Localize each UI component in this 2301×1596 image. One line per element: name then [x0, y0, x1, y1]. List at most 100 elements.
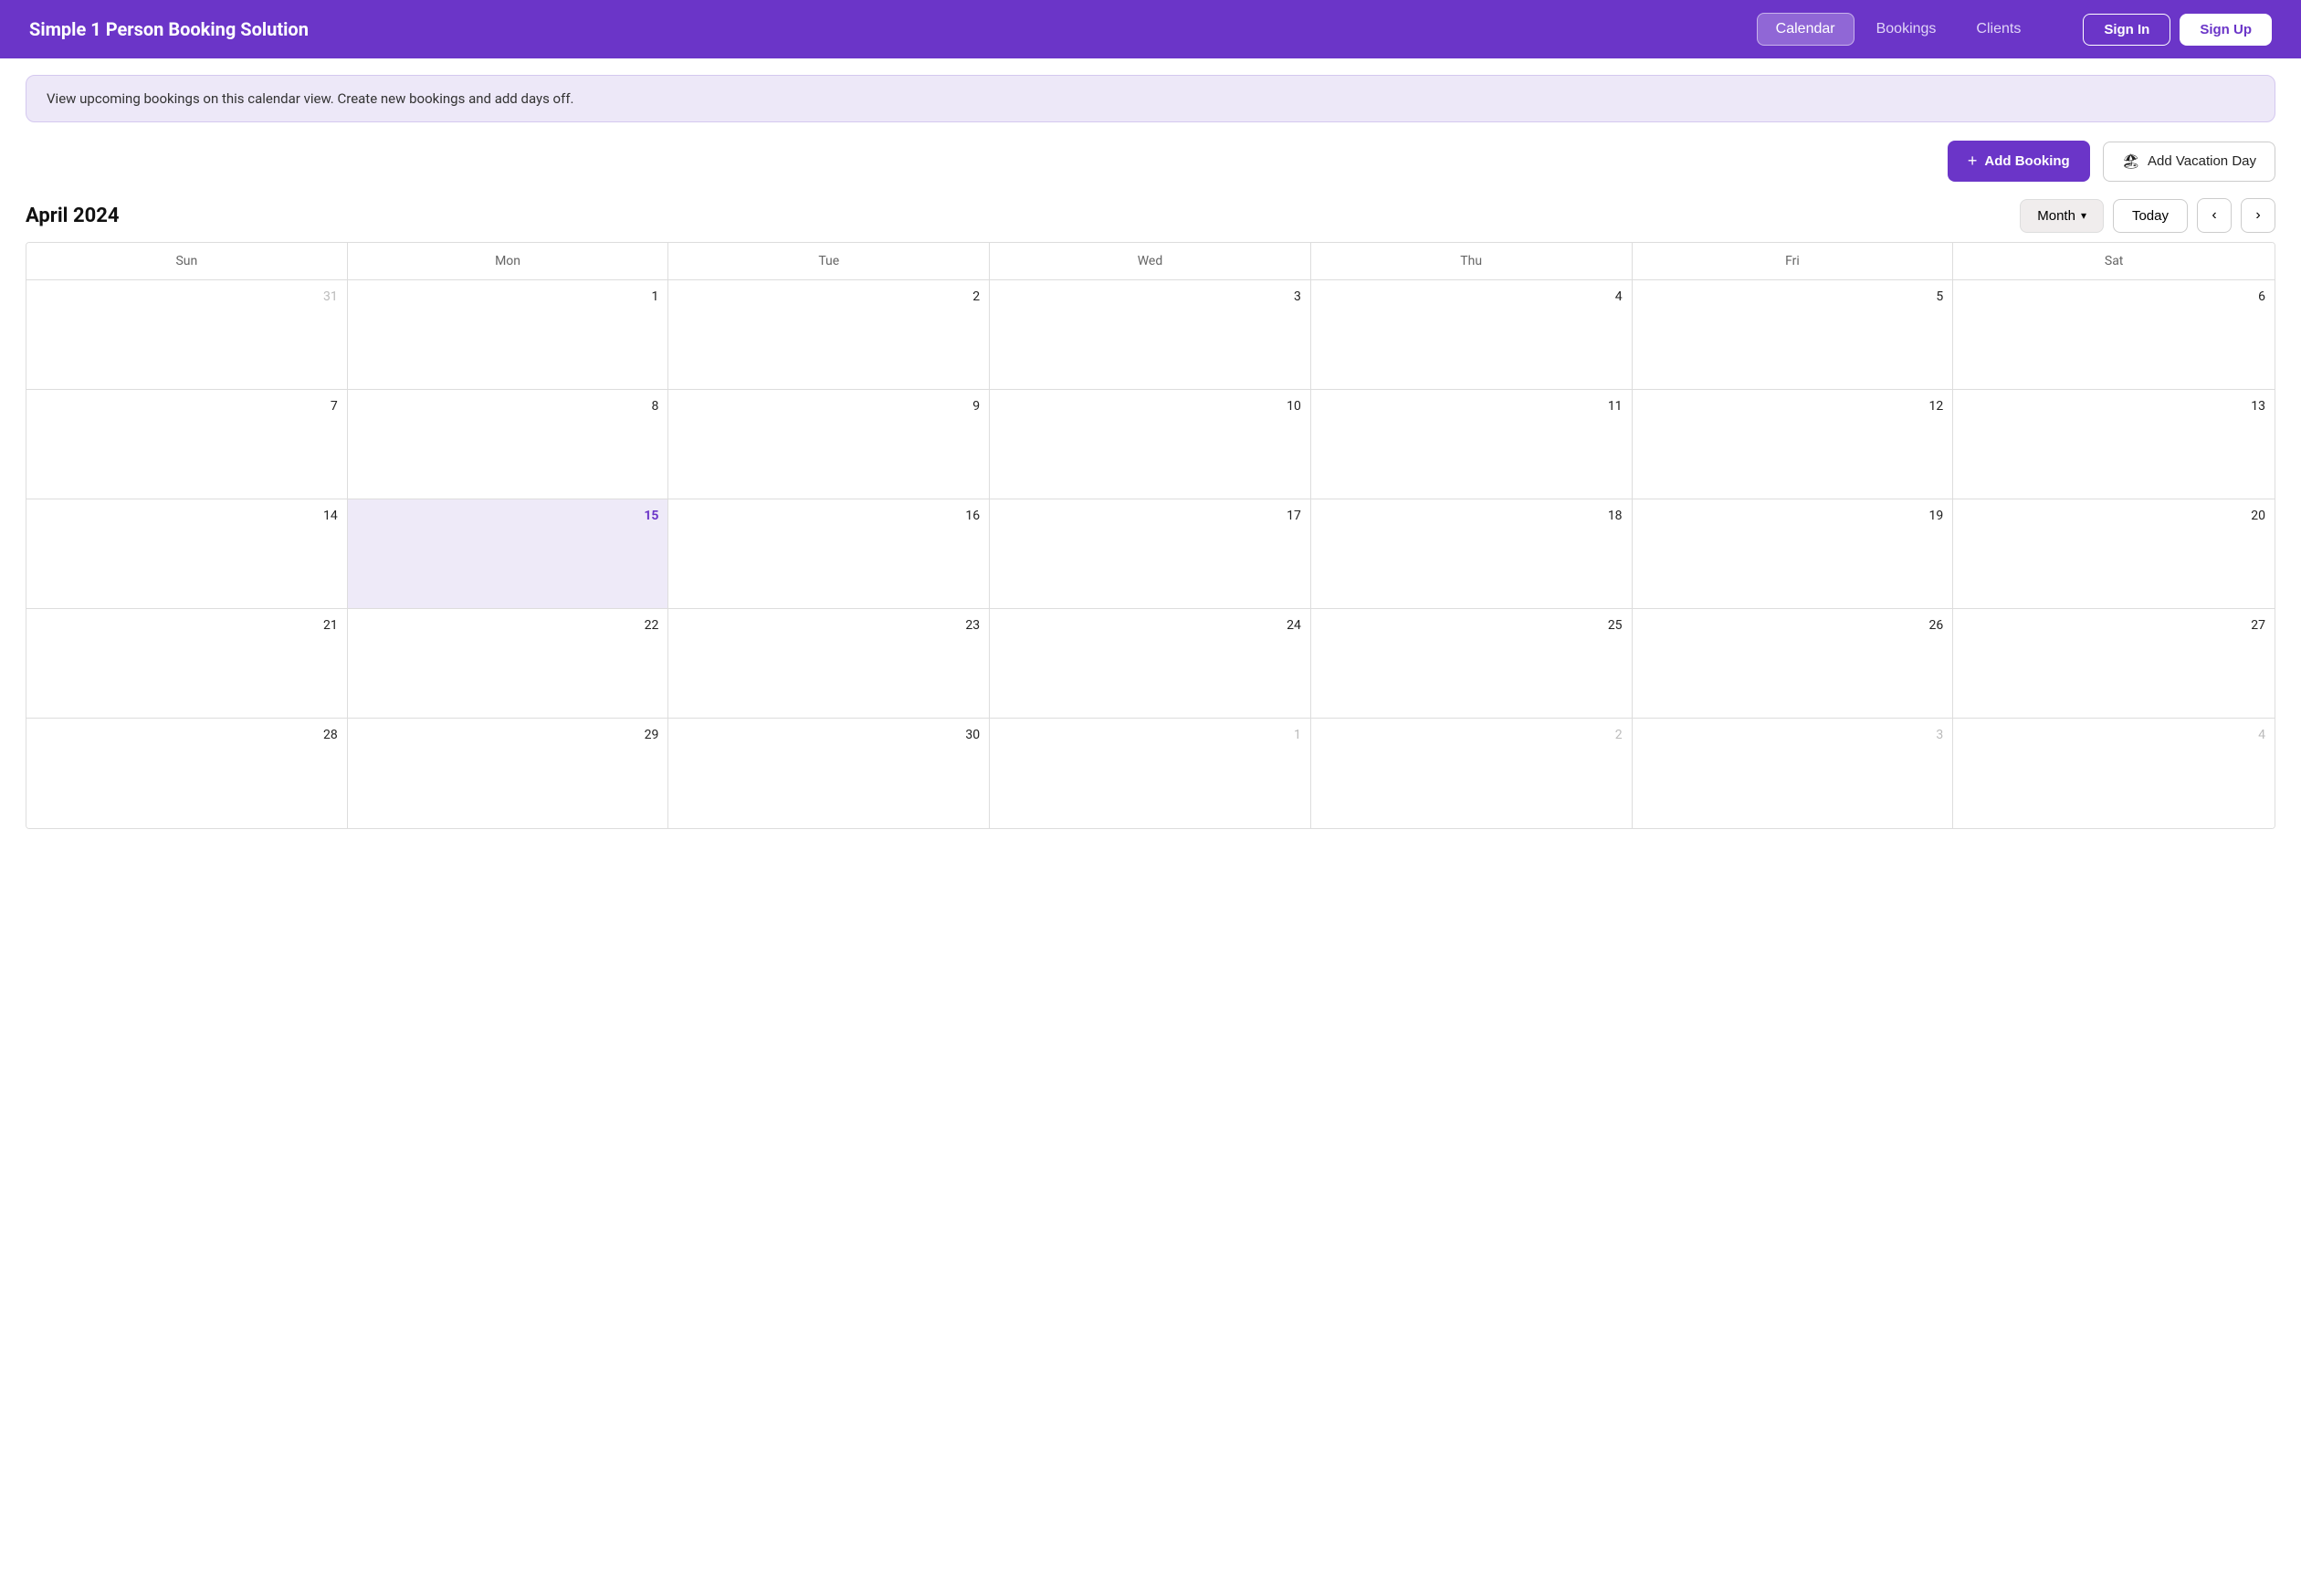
day-number: 1 [357, 289, 659, 304]
day-number: 2 [1320, 728, 1623, 742]
calendar-nav-controls: Month ▾ Today ‹ › [2020, 198, 2275, 233]
calendar-cell[interactable]: 2 [668, 280, 990, 390]
calendar-cell[interactable]: 4 [1311, 280, 1633, 390]
col-fri: Fri [1633, 243, 1954, 279]
calendar-wrapper: Sun Mon Tue Wed Thu Fri Sat 311234567891… [0, 242, 2301, 855]
col-tue: Tue [668, 243, 990, 279]
calendar-cell[interactable]: 18 [1311, 499, 1633, 609]
calendar-cell[interactable]: 22 [348, 609, 669, 719]
day-number: 4 [1320, 289, 1623, 304]
calendar-cell[interactable]: 26 [1633, 609, 1954, 719]
calendar-cell[interactable]: 8 [348, 390, 669, 499]
calendar-cell[interactable]: 5 [1633, 280, 1954, 390]
toolbar: + Add Booking 🏖 Add Vacation Day [0, 131, 2301, 193]
chevron-right-icon: › [2255, 207, 2260, 224]
calendar-cell[interactable]: 19 [1633, 499, 1954, 609]
calendar-body: 3112345678910111213141516171819202122232… [26, 280, 2275, 828]
calendar-cell[interactable]: 21 [26, 609, 348, 719]
calendar-cell[interactable]: 7 [26, 390, 348, 499]
calendar-cell[interactable]: 15 [348, 499, 669, 609]
calendar-cell[interactable]: 14 [26, 499, 348, 609]
day-number: 11 [1320, 399, 1623, 414]
calendar-cell[interactable]: 6 [1953, 280, 2275, 390]
day-number: 3 [1642, 728, 1944, 742]
day-number: 30 [678, 728, 980, 742]
day-number: 24 [999, 618, 1301, 633]
calendar-cell[interactable]: 4 [1953, 719, 2275, 828]
nav-tab-calendar[interactable]: Calendar [1757, 13, 1854, 46]
day-number: 8 [357, 399, 659, 414]
day-number: 10 [999, 399, 1301, 414]
header-actions: Sign In Sign Up [2083, 14, 2272, 46]
day-number: 15 [357, 509, 659, 523]
today-button[interactable]: Today [2113, 199, 2188, 233]
nav-tab-clients[interactable]: Clients [1958, 13, 2039, 46]
add-vacation-label: Add Vacation Day [2148, 153, 2256, 169]
chevron-down-icon: ▾ [2081, 209, 2086, 222]
day-number: 19 [1642, 509, 1944, 523]
month-view-label: Month [2037, 208, 2075, 224]
day-number: 17 [999, 509, 1301, 523]
calendar-cell[interactable]: 31 [26, 280, 348, 390]
calendar-header-row: Sun Mon Tue Wed Thu Fri Sat [26, 243, 2275, 280]
header: Simple 1 Person Booking Solution Calenda… [0, 0, 2301, 58]
day-number: 4 [1962, 728, 2265, 742]
calendar-cell[interactable]: 10 [990, 390, 1311, 499]
day-number: 20 [1962, 509, 2265, 523]
nav-tabs: Calendar Bookings Clients [1757, 13, 2040, 46]
chevron-left-icon: ‹ [2212, 207, 2216, 224]
calendar-cell[interactable]: 27 [1953, 609, 2275, 719]
day-number: 25 [1320, 618, 1623, 633]
day-number: 28 [36, 728, 338, 742]
month-year-label: April 2024 [26, 205, 119, 227]
next-month-button[interactable]: › [2241, 198, 2275, 233]
info-bar-text: View upcoming bookings on this calendar … [47, 90, 574, 107]
calendar-cell[interactable]: 16 [668, 499, 990, 609]
calendar-cell[interactable]: 9 [668, 390, 990, 499]
sign-in-button[interactable]: Sign In [2083, 14, 2170, 46]
calendar-cell[interactable]: 3 [990, 280, 1311, 390]
calendar-cell[interactable]: 2 [1311, 719, 1633, 828]
plus-icon: + [1968, 152, 1978, 171]
day-number: 27 [1962, 618, 2265, 633]
add-booking-button[interactable]: + Add Booking [1948, 141, 2090, 182]
day-number: 31 [36, 289, 338, 304]
day-number: 3 [999, 289, 1301, 304]
calendar-controls: April 2024 Month ▾ Today ‹ › [0, 193, 2301, 242]
calendar-cell[interactable]: 1 [990, 719, 1311, 828]
calendar-cell[interactable]: 11 [1311, 390, 1633, 499]
calendar-cell[interactable]: 12 [1633, 390, 1954, 499]
day-number: 14 [36, 509, 338, 523]
col-sat: Sat [1953, 243, 2275, 279]
calendar-cell[interactable]: 1 [348, 280, 669, 390]
sign-up-button[interactable]: Sign Up [2180, 14, 2272, 46]
day-number: 16 [678, 509, 980, 523]
calendar-cell[interactable]: 24 [990, 609, 1311, 719]
vacation-icon: 🏖 [2122, 152, 2140, 171]
calendar-cell[interactable]: 20 [1953, 499, 2275, 609]
nav-tab-bookings[interactable]: Bookings [1858, 13, 1955, 46]
day-number: 21 [36, 618, 338, 633]
calendar-cell[interactable]: 23 [668, 609, 990, 719]
calendar-cell[interactable]: 28 [26, 719, 348, 828]
view-month-button[interactable]: Month ▾ [2020, 199, 2104, 233]
day-number: 29 [357, 728, 659, 742]
col-wed: Wed [990, 243, 1311, 279]
calendar-cell[interactable]: 29 [348, 719, 669, 828]
day-number: 7 [36, 399, 338, 414]
calendar-cell[interactable]: 30 [668, 719, 990, 828]
calendar-cell[interactable]: 3 [1633, 719, 1954, 828]
calendar-cell[interactable]: 17 [990, 499, 1311, 609]
col-thu: Thu [1311, 243, 1633, 279]
add-vacation-button[interactable]: 🏖 Add Vacation Day [2103, 142, 2275, 182]
prev-month-button[interactable]: ‹ [2197, 198, 2232, 233]
day-number: 9 [678, 399, 980, 414]
day-number: 5 [1642, 289, 1944, 304]
day-number: 18 [1320, 509, 1623, 523]
add-booking-label: Add Booking [1984, 153, 2069, 169]
calendar-cell[interactable]: 13 [1953, 390, 2275, 499]
day-number: 12 [1642, 399, 1944, 414]
calendar-cell[interactable]: 25 [1311, 609, 1633, 719]
col-sun: Sun [26, 243, 348, 279]
app-title: Simple 1 Person Booking Solution [29, 18, 309, 40]
